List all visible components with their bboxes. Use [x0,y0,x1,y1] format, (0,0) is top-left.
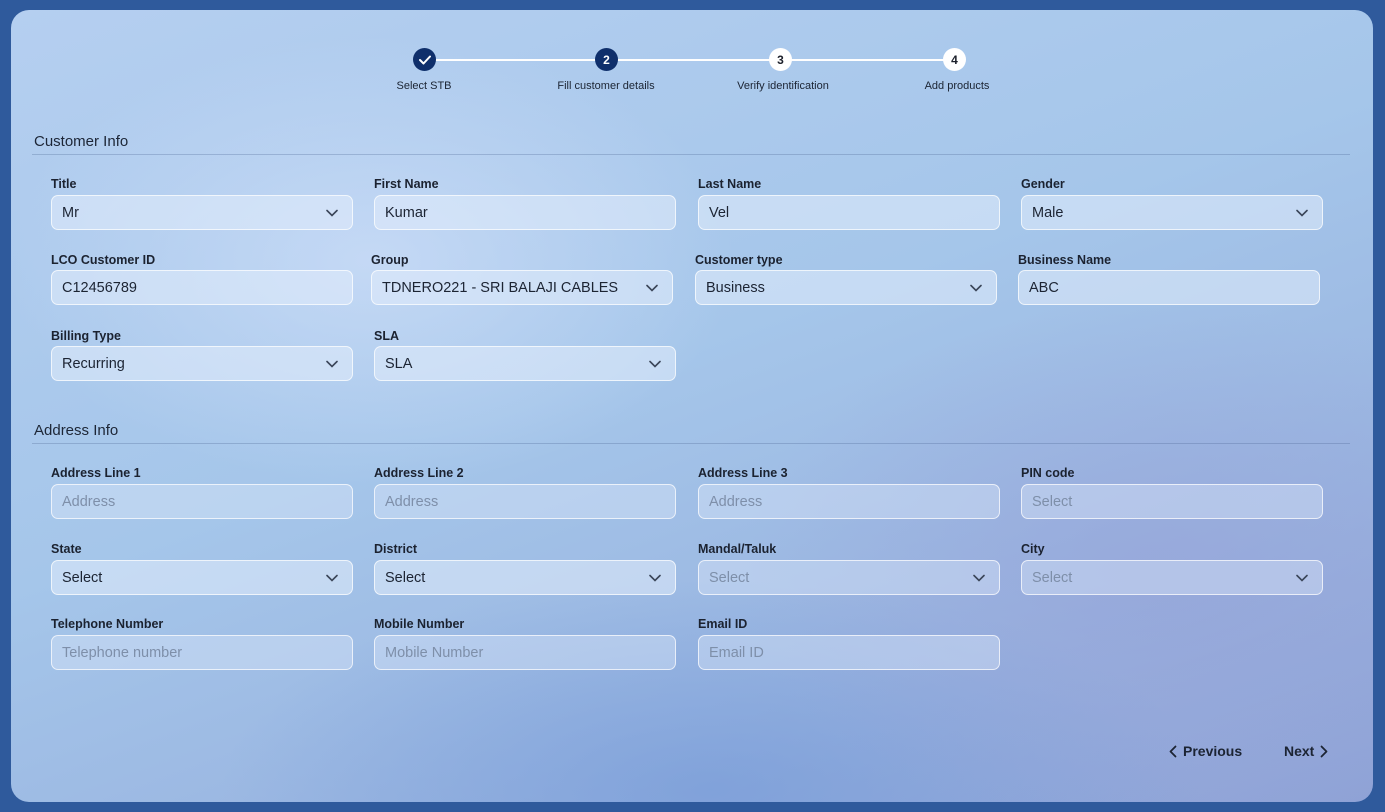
chevron-down-icon [326,574,338,582]
chevron-right-icon [1320,745,1328,757]
address-line-2-input[interactable]: Address [374,484,676,519]
pin-code-label: PIN code [1021,466,1075,480]
sla-value: SLA [385,355,413,372]
city-label: City [1021,542,1045,556]
chevron-down-icon [649,574,661,582]
last-name-input[interactable]: Vel [698,195,1000,230]
chevron-down-icon [1296,574,1308,582]
mandal-taluk-label: Mandal/Taluk [698,542,777,556]
chevron-down-icon [970,284,982,292]
step-2-circle: 2 [595,48,618,71]
step-4-label: Add products [924,80,990,92]
lco-customer-id-value: C12456789 [62,279,137,296]
chevron-left-icon [1169,745,1177,757]
address-info-divider [32,443,1350,444]
state-label: State [51,542,82,556]
gender-value: Male [1032,204,1064,221]
address-line-3-label: Address Line 3 [698,466,788,480]
title-value: Mr [62,204,79,221]
address-line-2-label: Address Line 2 [374,466,464,480]
customer-type-value: Business [706,279,765,296]
business-name-value: ABC [1029,279,1059,296]
address-line-3-input[interactable]: Address [698,484,1000,519]
progress-stepper: Select STB 2 Fill customer details 3 Ver… [11,10,1373,110]
customer-info-heading: Customer Info [34,133,129,150]
step-1-check-icon [413,48,436,71]
pin-code-input[interactable]: Select [1021,484,1323,519]
lco-customer-id-label: LCO Customer ID [51,253,156,267]
last-name-value: Vel [709,204,730,221]
email-id-input[interactable]: Email ID [698,635,1000,670]
billing-type-label: Billing Type [51,329,121,343]
next-label: Next [1284,743,1315,759]
address-line-2-placeholder: Address [385,493,439,510]
district-select[interactable]: Select [374,560,676,595]
chevron-down-icon [326,360,338,368]
stepper-connector [424,59,954,61]
group-select[interactable]: TDNERO221 - SRI BALAJI CABLES [371,270,673,305]
title-select[interactable]: Mr [51,195,353,230]
email-id-label: Email ID [698,617,748,631]
previous-label: Previous [1183,743,1243,759]
previous-button[interactable]: Previous [1169,743,1242,759]
city-select[interactable]: Select [1021,560,1323,595]
next-button[interactable]: Next [1284,743,1328,759]
step-4-circle: 4 [943,48,966,71]
chevron-down-icon [649,360,661,368]
address-info-heading: Address Info [34,422,119,439]
chevron-down-icon [646,284,658,292]
chevron-down-icon [326,209,338,217]
district-value: Select [385,569,426,586]
gender-select[interactable]: Male [1021,195,1323,230]
address-line-1-input[interactable]: Address [51,484,353,519]
title-label: Title [51,177,77,191]
group-label: Group [371,253,409,267]
mobile-number-placeholder: Mobile Number [385,644,484,661]
step-1-label: Select STB [396,80,452,92]
first-name-label: First Name [374,177,439,191]
district-label: District [374,542,418,556]
address-line-1-placeholder: Address [62,493,116,510]
gender-label: Gender [1021,177,1065,191]
city-placeholder: Select [1032,569,1073,586]
sla-select[interactable]: SLA [374,346,676,381]
first-name-value: Kumar [385,204,428,221]
customer-type-select[interactable]: Business [695,270,997,305]
step-3-circle: 3 [769,48,792,71]
billing-type-select[interactable]: Recurring [51,346,353,381]
state-select[interactable]: Select [51,560,353,595]
step-2-label: Fill customer details [557,80,655,92]
chevron-down-icon [973,574,985,582]
app-window: Select STB 2 Fill customer details 3 Ver… [11,10,1373,802]
address-line-1-label: Address Line 1 [51,466,141,480]
mandal-taluk-placeholder: Select [709,569,750,586]
group-value: TDNERO221 - SRI BALAJI CABLES [382,279,619,296]
business-name-label: Business Name [1018,253,1112,267]
billing-type-value: Recurring [62,355,125,372]
chevron-down-icon [1296,209,1308,217]
pin-code-placeholder: Select [1032,493,1073,510]
mobile-number-input[interactable]: Mobile Number [374,635,676,670]
last-name-label: Last Name [698,177,762,191]
business-name-input[interactable]: ABC [1018,270,1320,305]
address-line-3-placeholder: Address [709,493,763,510]
customer-type-label: Customer type [695,253,783,267]
first-name-input[interactable]: Kumar [374,195,676,230]
state-value: Select [62,569,103,586]
sla-label: SLA [374,329,399,343]
customer-info-divider [32,154,1350,155]
step-3-label: Verify identification [737,80,829,92]
mandal-taluk-select[interactable]: Select [698,560,1000,595]
telephone-number-label: Telephone Number [51,617,164,631]
telephone-number-placeholder: Telephone number [62,644,183,661]
telephone-number-input[interactable]: Telephone number [51,635,353,670]
mobile-number-label: Mobile Number [374,617,465,631]
lco-customer-id-input[interactable]: C12456789 [51,270,353,305]
email-id-placeholder: Email ID [709,644,764,661]
